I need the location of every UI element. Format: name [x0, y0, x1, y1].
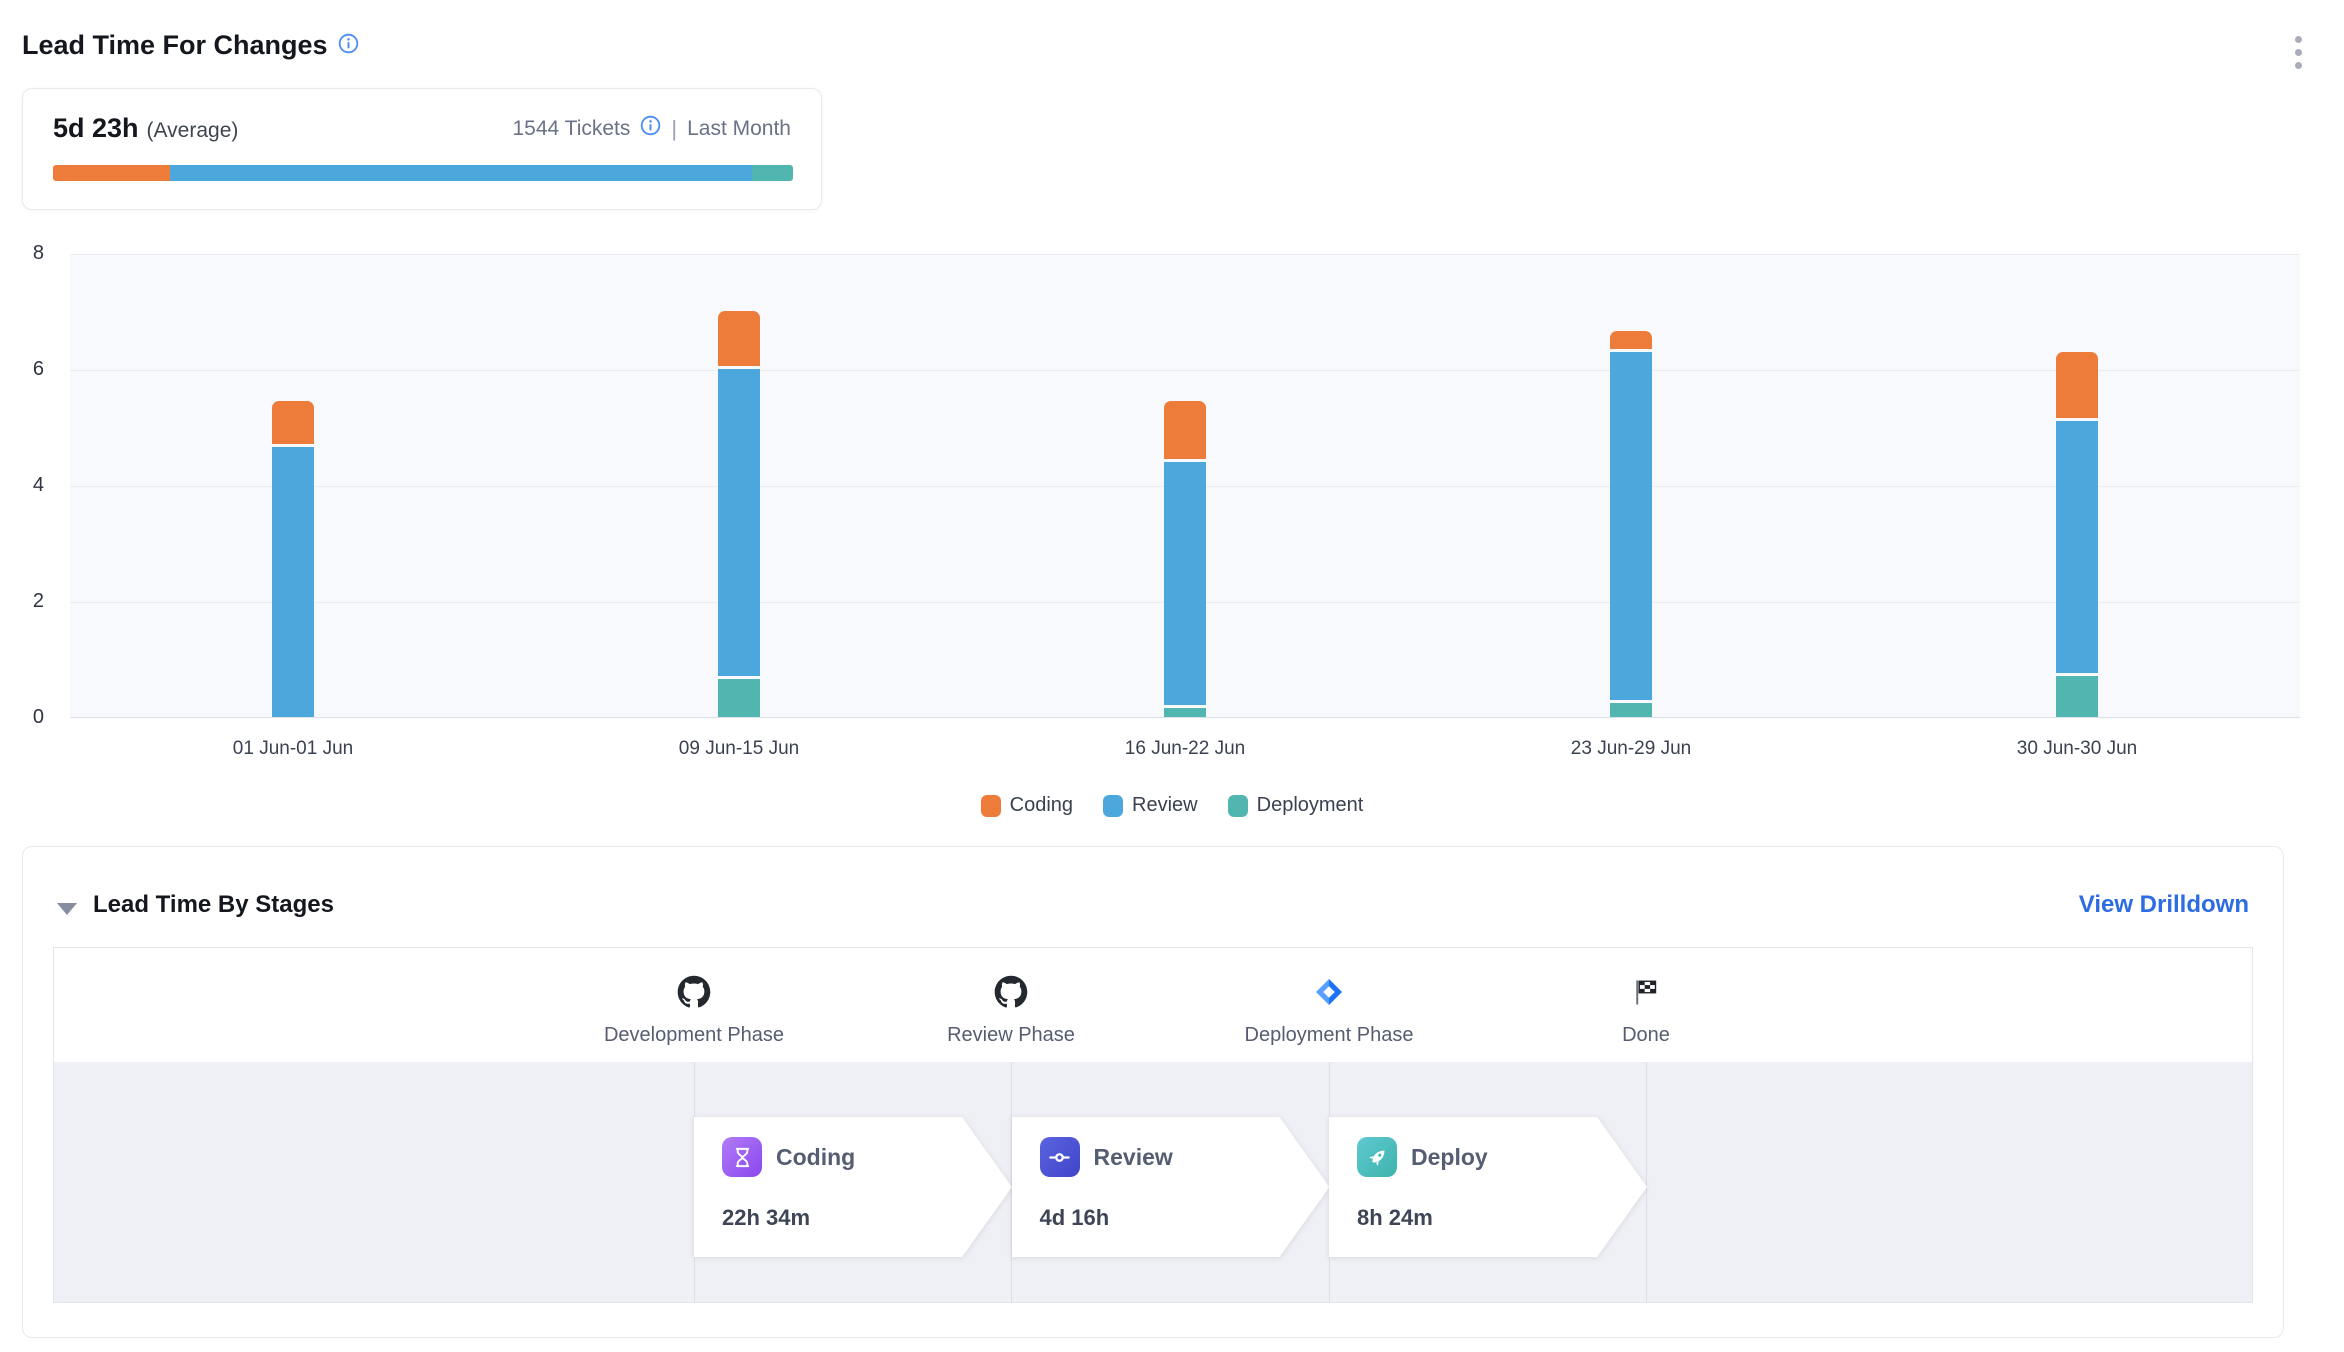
phase-column-development-phase: Development Phase — [544, 972, 844, 1047]
y-tick-label: 8 — [33, 242, 44, 265]
stage-card-wrap-deploy: Deploy 8h 24m — [1329, 1117, 1647, 1257]
stage-duration: 4d 16h — [1040, 1205, 1110, 1231]
stages-title: Lead Time By Stages — [93, 891, 334, 919]
phase-column-review-phase: Review Phase — [861, 972, 1161, 1047]
lead-time-widget: Lead Time For Changes 5d 23h (Average) 15… — [0, 0, 2344, 1352]
bar-segment-review-1[interactable] — [272, 447, 314, 717]
x-tick-label: 01 Jun-01 Jun — [163, 738, 423, 760]
stage-name: Review — [1094, 1144, 1173, 1171]
bar-segment-review-2[interactable] — [718, 369, 760, 676]
bar-segment-deployment-4[interactable] — [1610, 703, 1652, 718]
phase-label: Development Phase — [544, 1024, 844, 1047]
phase-column-done: Done — [1496, 972, 1796, 1047]
bar-segment-coding-3[interactable] — [1164, 401, 1206, 459]
bar-segment-review-4[interactable] — [1610, 352, 1652, 700]
bar-4 — [1610, 254, 1652, 717]
summary-progress-bar — [53, 165, 793, 181]
phase-header-row: Development Phase Review Phase Deployment … — [54, 948, 2252, 1062]
x-tick-label: 16 Jun-22 Jun — [1055, 738, 1315, 760]
chart-legend: Coding Review Deployment — [0, 794, 2344, 817]
summary-bar-segment-coding — [53, 165, 170, 181]
lead-time-chart — [70, 254, 2300, 718]
x-tick-label: 23 Jun-29 Jun — [1501, 738, 1761, 760]
y-tick-label: 2 — [33, 590, 44, 613]
rocket-icon — [1357, 1137, 1397, 1177]
phase-column-deployment-phase: Deployment Phase — [1179, 972, 1479, 1047]
summary-bar-segment-review — [170, 165, 752, 181]
phase-label: Review Phase — [861, 1024, 1161, 1047]
page-title: Lead Time For Changes — [22, 30, 328, 61]
bar-segment-coding-4[interactable] — [1610, 331, 1652, 348]
legend-label: Review — [1132, 794, 1198, 817]
y-tick-label: 0 — [33, 706, 44, 729]
phase-label: Deployment Phase — [1179, 1024, 1479, 1047]
stages-body: Coding 22h 34m Review 4d 16h Deploy 8h 24m — [54, 1062, 2252, 1302]
bar-segment-review-5[interactable] — [2056, 421, 2098, 673]
summary-divider: | — [671, 116, 677, 142]
flag-icon — [1496, 972, 1796, 1012]
collapse-caret-icon[interactable] — [57, 903, 77, 915]
hourglass-icon — [722, 1137, 762, 1177]
legend-item-deployment[interactable]: Deployment — [1228, 794, 1364, 817]
summary-card: 5d 23h (Average) 1544 Tickets | Last Mont… — [22, 88, 822, 210]
stage-duration: 8h 24m — [1357, 1205, 1433, 1231]
phase-label: Done — [1496, 1024, 1796, 1047]
x-tick-label: 30 Jun-30 Jun — [1947, 738, 2207, 760]
commit-icon — [1040, 1137, 1080, 1177]
stage-card-wrap-review: Review 4d 16h — [1012, 1117, 1330, 1257]
x-tick-label: 09 Jun-15 Jun — [609, 738, 869, 760]
stage-name: Coding — [776, 1144, 855, 1171]
y-tick-label: 4 — [33, 474, 44, 497]
legend-label: Deployment — [1257, 794, 1364, 817]
stage-card-coding[interactable]: Coding 22h 34m — [694, 1117, 1012, 1257]
info-icon[interactable] — [338, 33, 359, 59]
github-icon — [861, 972, 1161, 1012]
legend-swatch-review — [1103, 795, 1123, 817]
legend-item-coding[interactable]: Coding — [981, 794, 1073, 817]
stages-table: Development Phase Review Phase Deployment … — [53, 947, 2253, 1303]
stages-panel: Lead Time By Stages View Drilldown Devel… — [22, 846, 2284, 1338]
jira-icon — [1179, 972, 1479, 1012]
legend-swatch-deployment — [1228, 795, 1248, 817]
bar-3 — [1164, 254, 1206, 717]
github-icon — [544, 972, 844, 1012]
stage-card-wrap-coding: Coding 22h 34m — [694, 1117, 1012, 1257]
view-drilldown-link[interactable]: View Drilldown — [2079, 891, 2249, 919]
bar-5 — [2056, 254, 2098, 717]
legend-item-review[interactable]: Review — [1103, 794, 1198, 817]
y-tick-label: 6 — [33, 358, 44, 381]
summary-bar-segment-deployment — [752, 165, 793, 181]
bar-segment-deployment-3[interactable] — [1164, 708, 1206, 717]
stage-name: Deploy — [1411, 1144, 1488, 1171]
bar-segment-deployment-5[interactable] — [2056, 676, 2098, 717]
stage-card-deploy[interactable]: Deploy 8h 24m — [1329, 1117, 1647, 1257]
widget-header: Lead Time For Changes — [22, 30, 359, 61]
bar-2 — [718, 254, 760, 717]
bar-segment-review-3[interactable] — [1164, 462, 1206, 706]
summary-suffix: (Average) — [147, 119, 239, 142]
legend-swatch-coding — [981, 795, 1001, 817]
chart-x-axis: 01 Jun-01 Jun 09 Jun-15 Jun 16 Jun-22 Jun 2… — [70, 738, 2300, 768]
bar-segment-coding-2[interactable] — [718, 311, 760, 366]
summary-value: 5d 23h — [53, 113, 139, 143]
summary-average: 5d 23h (Average) — [53, 113, 238, 144]
summary-period: Last Month — [687, 117, 791, 141]
bar-segment-coding-1[interactable] — [272, 401, 314, 444]
summary-tickets: 1544 Tickets — [512, 117, 630, 141]
stage-duration: 22h 34m — [722, 1205, 810, 1231]
bar-1 — [272, 254, 314, 717]
chart-y-axis: 02468 — [0, 254, 52, 718]
kebab-menu-icon[interactable] — [2295, 36, 2302, 69]
stage-card-review[interactable]: Review 4d 16h — [1012, 1117, 1330, 1257]
tickets-info-icon[interactable] — [640, 115, 661, 142]
bar-segment-coding-5[interactable] — [2056, 352, 2098, 419]
legend-label: Coding — [1010, 794, 1073, 817]
bar-segment-deployment-2[interactable] — [718, 679, 760, 717]
